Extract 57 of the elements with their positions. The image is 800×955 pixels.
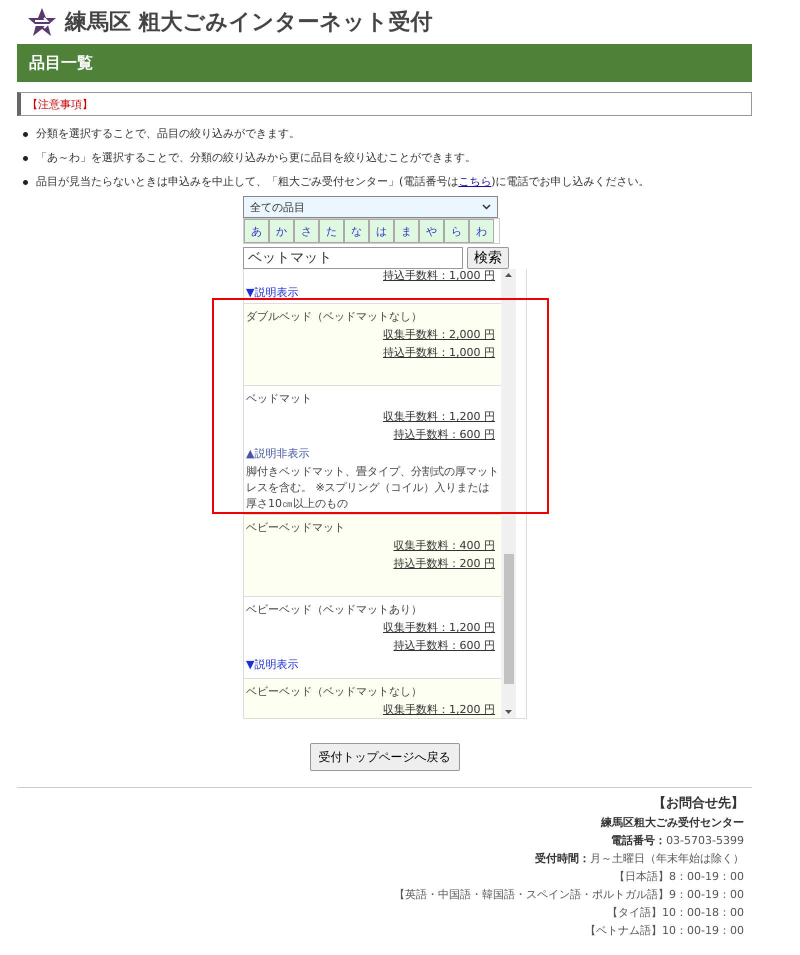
kana-tab[interactable]: は [369,219,394,243]
star-logo-icon [27,7,57,37]
item-name: ベビーベッドマット [246,520,346,536]
note-text: 分類を選択することで、品目の絞り込みができます。 [36,126,300,142]
fee-link[interactable]: 持込手数料：1,000 円 [246,344,499,362]
description-toggle[interactable]: ▼説明表示 [246,283,499,303]
notice-title: 【注意事項】 [27,96,93,112]
kana-tab[interactable]: あ [244,219,269,243]
scrollbar-thumb[interactable] [504,554,514,684]
search-field[interactable]: ベットマット [243,247,463,269]
category-select[interactable]: 全ての品目 [243,196,498,218]
fee-link[interactable]: 収集手数料：1,200 円 [246,701,499,718]
scrollbar[interactable] [501,269,516,718]
bullet-icon [23,156,28,160]
fee-link[interactable]: 持込手数料：1,000 円 [246,269,499,283]
item-name: ベッドマット [246,391,313,407]
contact-line: 受付時間：月～土曜日（年末年始は除く） [535,851,744,867]
kana-tab[interactable]: さ [294,219,319,243]
kana-tab[interactable]: ら [444,219,469,243]
item-description: 脚付きベッドマット、畳タイプ、分割式の厚マットレスを含む。 ※スプリング（コイル）入りまたは厚さ10㎝以上のもの [246,464,499,512]
fee-link[interactable]: 持込手数料：200 円 [246,555,499,573]
note-text: 品目が見当たらないときは申込みを中止して、「粗大ごみ受付センター」(電話番号はこちら)に電話でお申し込みください。 [36,174,650,190]
note-text: 「あ～わ」を選択することで、分類の絞り込みから更に品目を絞り込むことができます。 [36,150,476,166]
description-toggle[interactable]: ▼説明表示 [246,655,499,675]
fee-link[interactable]: 持込手数料：600 円 [246,637,499,655]
fee-link[interactable]: 収集手数料：1,200 円 [246,408,499,426]
site-title: 練馬区 粗大ごみインターネット受付 [65,9,433,37]
search-button[interactable]: 検索 [467,247,509,269]
contact-line: 【タイ語】10：00-18：00 [607,905,744,921]
item-name: ベビーベッド（ベッドマットあり） [246,602,423,618]
fee-link[interactable]: 収集手数料：400 円 [246,537,499,555]
fee-link[interactable]: 収集手数料：2,000 円 [246,326,499,344]
phone-link[interactable]: こちら [458,175,492,188]
contact-line: 電話番号：03-5703-5399 [611,833,744,849]
fee-link[interactable]: 持込手数料：600 円 [246,426,499,444]
scroll-up-icon [505,273,512,277]
back-button[interactable]: 受付トップページへ戻る [310,743,460,771]
bullet-icon [23,132,28,136]
kana-tab[interactable]: た [319,219,344,243]
item-name: ダブルベッド（ベッドマットなし） [246,309,423,325]
scroll-down-icon [505,710,512,714]
item-name: ベビーベッド（ベッドマットなし） [246,684,423,700]
fee-link[interactable]: 収集手数料：1,200 円 [246,619,499,637]
contact-title: 【お問合せ先】 [653,795,744,813]
kana-tab[interactable]: わ [469,219,494,243]
description-toggle[interactable]: ▲説明非表示 [246,444,499,464]
kana-tab[interactable]: ま [394,219,419,243]
contact-line: 【英語・中国語・韓国語・スペイン語・ポルトガル語】9：00-19：00 [394,887,744,903]
contact-line: 【日本語】8：00-19：00 [614,869,744,885]
kana-tab[interactable]: か [269,219,294,243]
kana-tab[interactable]: な [344,219,369,243]
contact-line: 【ベトナム語】10：00-19：00 [585,923,744,939]
chevron-down-icon [482,204,491,210]
section-title: 品目一覧 [29,52,93,74]
kana-tab[interactable]: や [419,219,444,243]
contact-line: 練馬区粗大ごみ受付センター [601,815,744,831]
bullet-icon [23,180,28,184]
